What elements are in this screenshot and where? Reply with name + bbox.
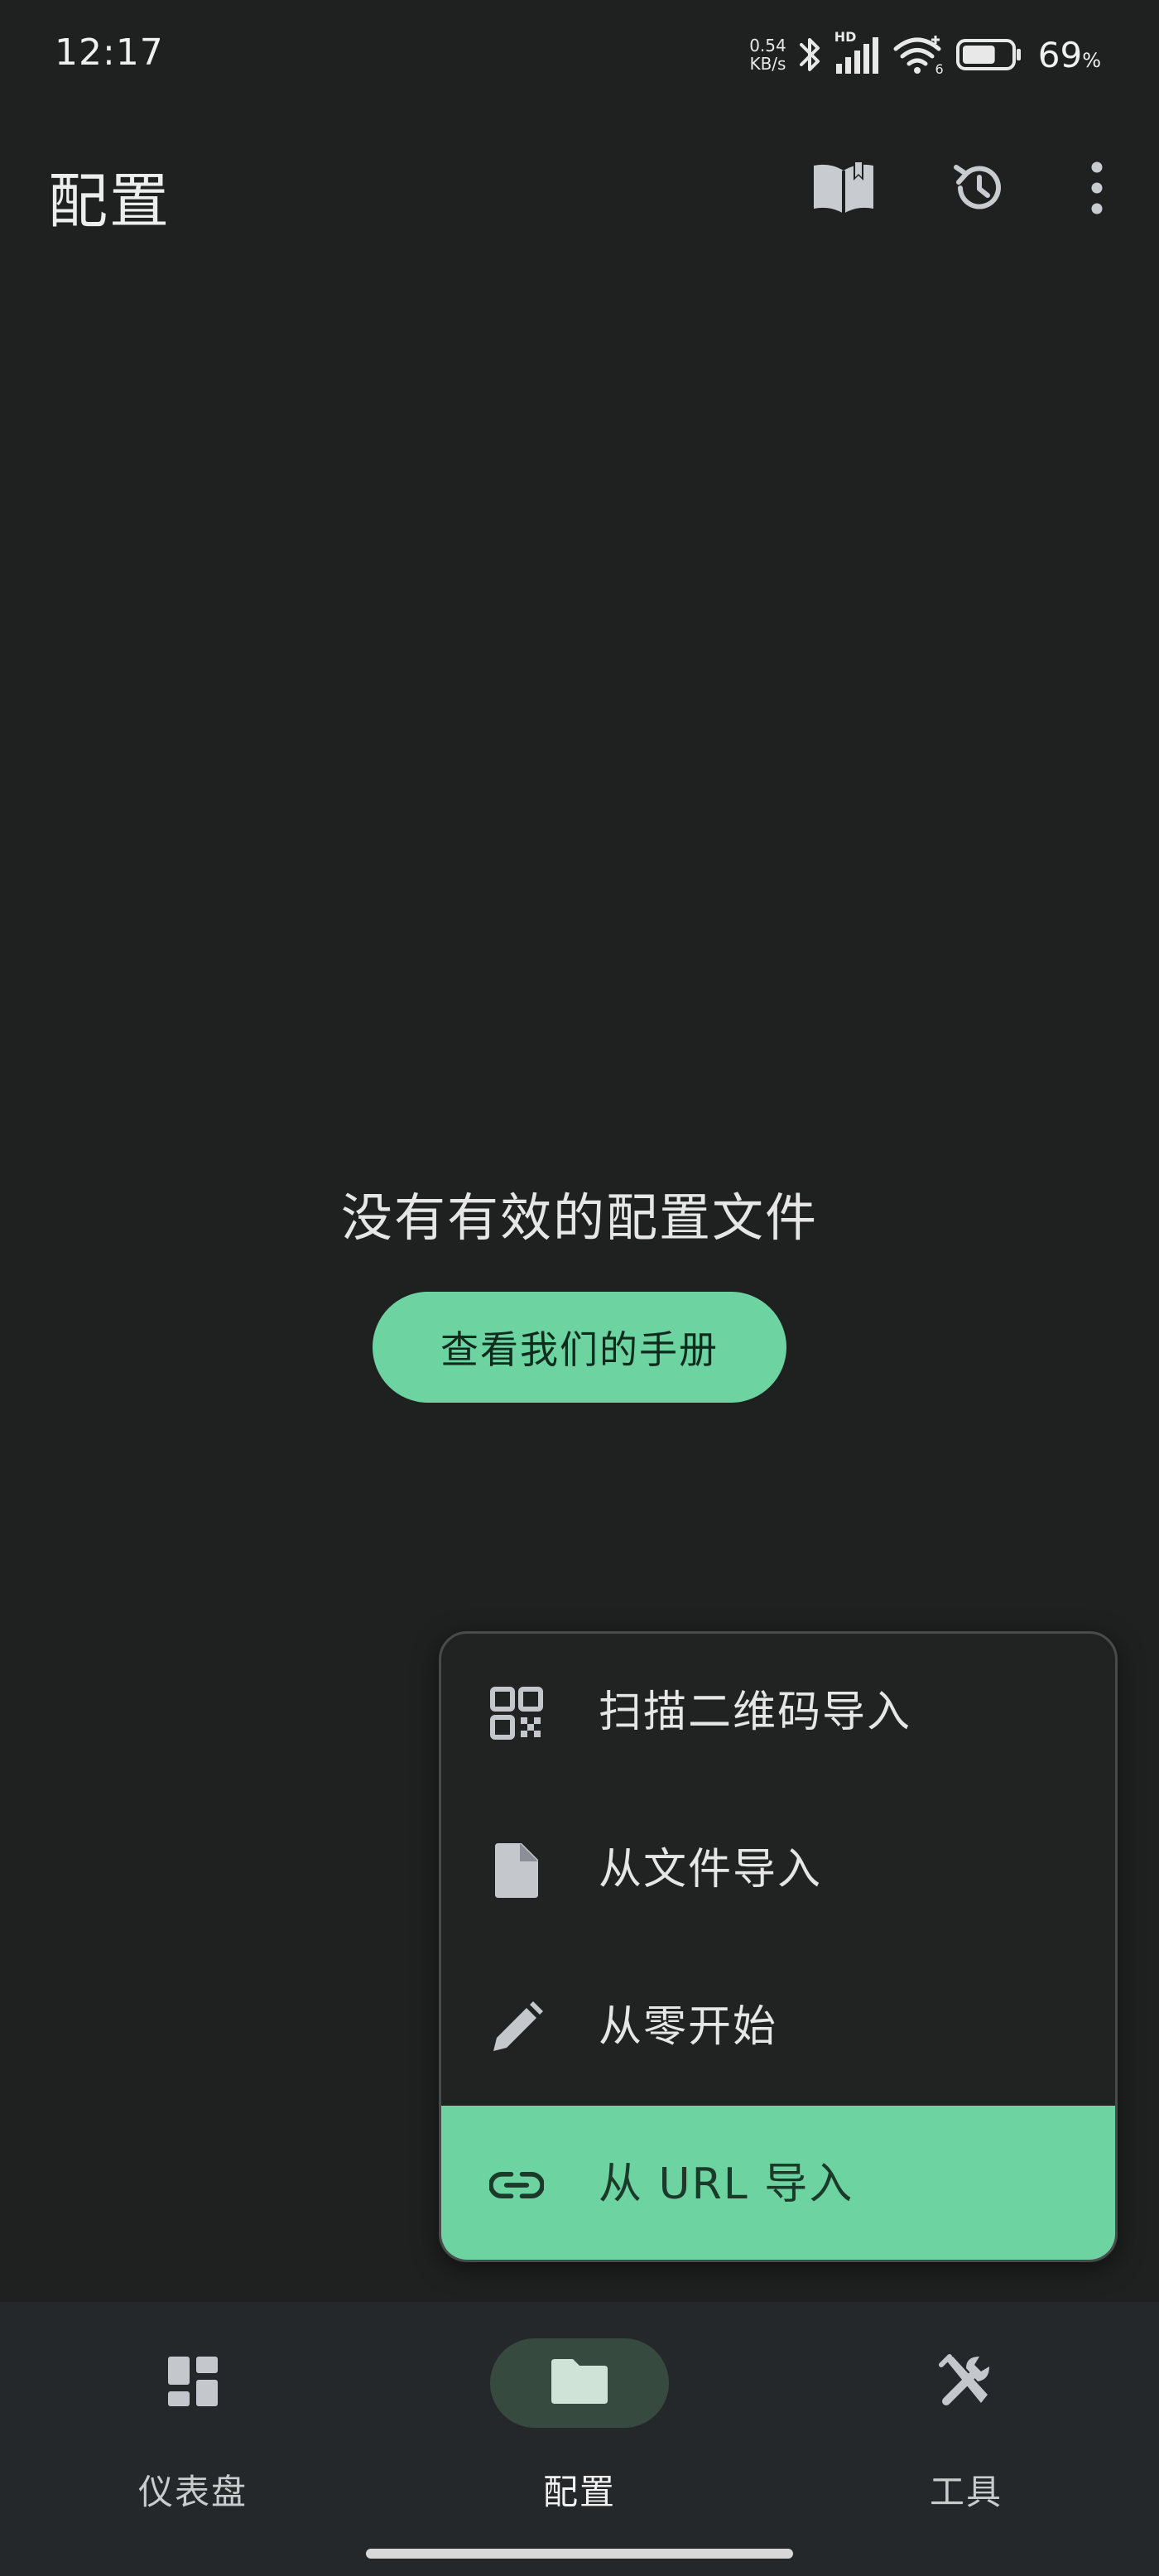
network-speed-unit: KB/s	[749, 54, 786, 74]
wifi-badge: 6	[935, 61, 944, 77]
menu-item-label: 从 URL 导入	[599, 2160, 854, 2209]
import-menu: 扫描二维码导入 从文件导入 从零开始 从 URL 导入	[439, 1631, 1118, 2262]
more-options-button[interactable]	[1060, 152, 1134, 227]
wifi-icon: 6	[892, 34, 944, 77]
page-title: 配置	[48, 166, 171, 236]
menu-item-from-scratch[interactable]: 从零开始	[441, 1948, 1115, 2106]
file-icon	[489, 1843, 544, 1898]
nav-label: 仪表盘	[137, 2472, 248, 2512]
more-vert-icon	[1089, 161, 1105, 219]
app-bar: 配置	[0, 132, 1159, 240]
menu-item-import-file[interactable]: 从文件导入	[441, 1791, 1115, 1948]
battery-icon	[955, 36, 1023, 73]
book-open-icon	[810, 159, 877, 220]
pencil-icon	[489, 2001, 544, 2055]
link-icon	[489, 2158, 544, 2212]
network-speed-value: 0.54	[749, 36, 786, 55]
battery-percent-unit: %	[1082, 48, 1101, 72]
bluetooth-icon	[798, 33, 823, 76]
folder-icon	[550, 2357, 609, 2409]
empty-state-message: 没有有效的配置文件	[340, 1187, 818, 1248]
nav-icon-container	[103, 2338, 282, 2428]
dashboard-icon	[166, 2355, 219, 2411]
tools-icon	[938, 2353, 994, 2413]
nav-label: 工具	[929, 2472, 1003, 2512]
nav-label: 配置	[542, 2472, 616, 2512]
nav-item-tools[interactable]: 工具	[773, 2302, 1159, 2550]
battery-percent-value: 69	[1037, 34, 1083, 75]
qr-code-icon	[489, 1686, 544, 1741]
menu-item-scan-qr[interactable]: 扫描二维码导入	[441, 1634, 1115, 1791]
menu-item-label: 从零开始	[599, 2002, 778, 2052]
nav-item-profiles[interactable]: 配置	[387, 2302, 772, 2550]
home-indicator[interactable]	[366, 2549, 793, 2559]
network-speed: 0.54 KB/s	[749, 36, 786, 73]
menu-item-label: 扫描二维码导入	[599, 1688, 912, 1737]
status-bar: 12:17 0.54 KB/s HD 6 69%	[0, 0, 1159, 108]
history-icon	[950, 159, 1008, 220]
menu-item-label: 从文件导入	[599, 1845, 823, 1895]
nav-icon-container	[877, 2338, 1056, 2428]
signal-icon: HD	[834, 29, 881, 75]
history-button[interactable]	[942, 152, 1017, 227]
nav-item-dashboard[interactable]: 仪表盘	[0, 2302, 386, 2550]
menu-item-import-url[interactable]: 从 URL 导入	[441, 2106, 1115, 2260]
manual-button-icon[interactable]	[806, 152, 881, 227]
status-time: 12:17	[55, 31, 164, 74]
nav-icon-container-active	[490, 2338, 669, 2428]
signal-badge: HD	[834, 29, 857, 45]
view-manual-button[interactable]: 查看我们的手册	[373, 1292, 786, 1403]
battery-percent: 69%	[1038, 35, 1101, 75]
screen: 12:17 0.54 KB/s HD 6 69% 配置 没有有效的配置文件 查看…	[0, 0, 1159, 2576]
bottom-navigation: 仪表盘 配置 工具	[0, 2302, 1159, 2576]
status-icons: 0.54 KB/s HD 6 69%	[749, 29, 1101, 79]
